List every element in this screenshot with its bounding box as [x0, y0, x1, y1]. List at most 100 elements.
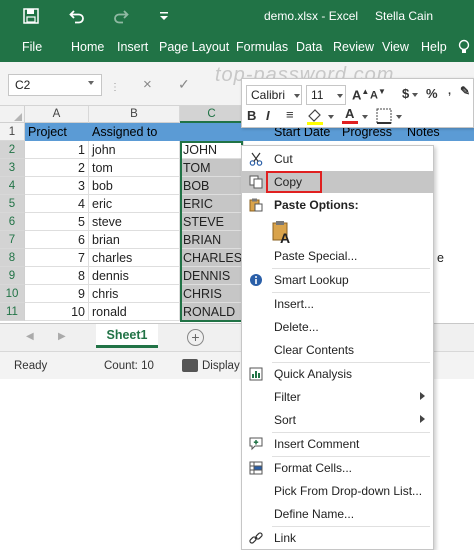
cell-c5[interactable]: ERIC [180, 195, 244, 213]
tab-formulas[interactable]: Formulas [236, 40, 288, 54]
column-header-c[interactable]: C [180, 106, 244, 123]
tab-page-layout[interactable]: Page Layout [159, 40, 229, 54]
cell-b1[interactable]: Assigned to [89, 123, 180, 141]
lightbulb-icon[interactable] [456, 39, 472, 55]
menu-item-clear-contents[interactable]: Clear Contents [242, 339, 433, 361]
font-color-icon[interactable]: A [342, 106, 358, 126]
menu-item-define-name[interactable]: Define Name... [242, 503, 433, 525]
cancel-icon[interactable]: × [143, 76, 152, 93]
bold-icon[interactable]: B [247, 108, 256, 123]
row-header-7[interactable]: 7 [0, 231, 25, 249]
enter-icon[interactable]: ✓ [178, 76, 190, 93]
italic-icon[interactable]: I [266, 108, 270, 123]
cell-a9[interactable]: 8 [25, 267, 89, 285]
column-header-a[interactable]: A [25, 106, 89, 123]
menu-item-cut[interactable]: Cut [242, 148, 433, 170]
menu-item-smart-lookup[interactable]: Smart Lookup [242, 269, 433, 291]
cell-a7[interactable]: 6 [25, 231, 89, 249]
cell-c2[interactable]: JOHN [180, 141, 244, 159]
cell-b8[interactable]: charles [89, 249, 180, 267]
menu-item-paste-special[interactable]: Paste Special... [242, 245, 433, 267]
tab-data[interactable]: Data [296, 40, 322, 54]
paste-values-icon[interactable]: A [272, 220, 294, 246]
row-header-4[interactable]: 4 [0, 177, 25, 195]
tab-view[interactable]: View [382, 40, 409, 54]
row-header-8[interactable]: 8 [0, 249, 25, 267]
cell-a11[interactable]: 10 [25, 303, 89, 321]
menu-item-pick-dropdown[interactable]: Pick From Drop-down List... [242, 480, 433, 502]
row-header-11[interactable]: 11 [0, 303, 25, 321]
prev-sheet-icon[interactable]: ◀ [26, 331, 34, 342]
fill-color-icon[interactable] [306, 107, 324, 125]
row-header-6[interactable]: 6 [0, 213, 25, 231]
row-header-3[interactable]: 3 [0, 159, 25, 177]
name-box[interactable]: C2 [8, 74, 102, 96]
cell-a6[interactable]: 5 [25, 213, 89, 231]
cell-c9[interactable]: DENNIS [180, 267, 244, 285]
decrease-font-icon[interactable]: A▼ [370, 87, 386, 102]
cell-c4[interactable]: BOB [180, 177, 244, 195]
cell-c1[interactable] [180, 123, 244, 141]
cell-c8[interactable]: CHARLES [180, 249, 244, 267]
currency-dropdown-icon[interactable] [412, 93, 418, 97]
customize-toolbar-icon[interactable] [153, 6, 175, 26]
cell-b6[interactable]: steve [89, 213, 180, 231]
comma-style-icon[interactable]: , [448, 85, 451, 97]
cell-a5[interactable]: 4 [25, 195, 89, 213]
menu-item-quick-analysis[interactable]: Quick Analysis [242, 363, 433, 385]
borders-icon[interactable] [376, 108, 392, 124]
cell-a8[interactable]: 7 [25, 249, 89, 267]
cell-a4[interactable]: 3 [25, 177, 89, 195]
cell-c11[interactable]: RONALD [180, 303, 244, 321]
row-header-10[interactable]: 10 [0, 285, 25, 303]
cell-b11[interactable]: ronald [89, 303, 180, 321]
row-header-9[interactable]: 9 [0, 267, 25, 285]
add-sheet-icon[interactable]: + [187, 329, 204, 346]
cell-f8-partial[interactable]: e [434, 249, 474, 267]
redo-icon[interactable] [110, 6, 132, 26]
align-center-icon[interactable]: ≡ [286, 107, 294, 122]
cell-b9[interactable]: dennis [89, 267, 180, 285]
tab-insert[interactable]: Insert [117, 40, 148, 54]
menu-item-sort[interactable]: Sort [242, 409, 433, 431]
cell-a2[interactable]: 1 [25, 141, 89, 159]
menu-item-format-cells[interactable]: Format Cells... [242, 457, 433, 479]
cell-b4[interactable]: bob [89, 177, 180, 195]
menu-item-link[interactable]: Link [242, 527, 433, 549]
cell-b7[interactable]: brian [89, 231, 180, 249]
tab-help[interactable]: Help [421, 40, 447, 54]
row-header-1[interactable]: 1 [0, 123, 25, 141]
cell-b10[interactable]: chris [89, 285, 180, 303]
user-name[interactable]: Stella Cain [375, 9, 433, 23]
menu-item-insert-comment[interactable]: Insert Comment [242, 433, 433, 455]
cell-c10[interactable]: CHRIS [180, 285, 244, 303]
increase-font-icon[interactable]: A▲ [352, 87, 369, 102]
percent-icon[interactable]: % [426, 86, 438, 101]
tab-file[interactable]: File [22, 40, 42, 54]
font-color-dropdown-icon[interactable] [362, 115, 368, 119]
display-settings-icon[interactable] [182, 359, 198, 372]
row-header-2[interactable]: 2 [0, 141, 25, 159]
cell-a1[interactable]: Project [25, 123, 89, 141]
select-all-corner[interactable] [0, 106, 25, 123]
borders-dropdown-icon[interactable] [396, 115, 402, 119]
display-settings-label[interactable]: Display [202, 360, 240, 372]
name-box-dropdown-icon[interactable] [88, 81, 94, 85]
sheet-tab-sheet1[interactable]: Sheet1 [96, 324, 158, 348]
cell-a10[interactable]: 9 [25, 285, 89, 303]
cell-c7[interactable]: BRIAN [180, 231, 244, 249]
cell-b5[interactable]: eric [89, 195, 180, 213]
font-name-dropdown-icon[interactable] [294, 94, 300, 98]
column-header-b[interactable]: B [89, 106, 180, 123]
tab-review[interactable]: Review [333, 40, 374, 54]
menu-item-filter[interactable]: Filter [242, 386, 433, 408]
tab-home[interactable]: Home [71, 40, 104, 54]
fill-color-dropdown-icon[interactable] [328, 115, 334, 119]
row-header-5[interactable]: 5 [0, 195, 25, 213]
font-size-dropdown-icon[interactable] [337, 94, 343, 98]
currency-icon[interactable]: $ [402, 86, 409, 101]
cell-c6[interactable]: STEVE [180, 213, 244, 231]
cell-a3[interactable]: 2 [25, 159, 89, 177]
cell-b2[interactable]: john [89, 141, 180, 159]
cell-c3[interactable]: TOM [180, 159, 244, 177]
